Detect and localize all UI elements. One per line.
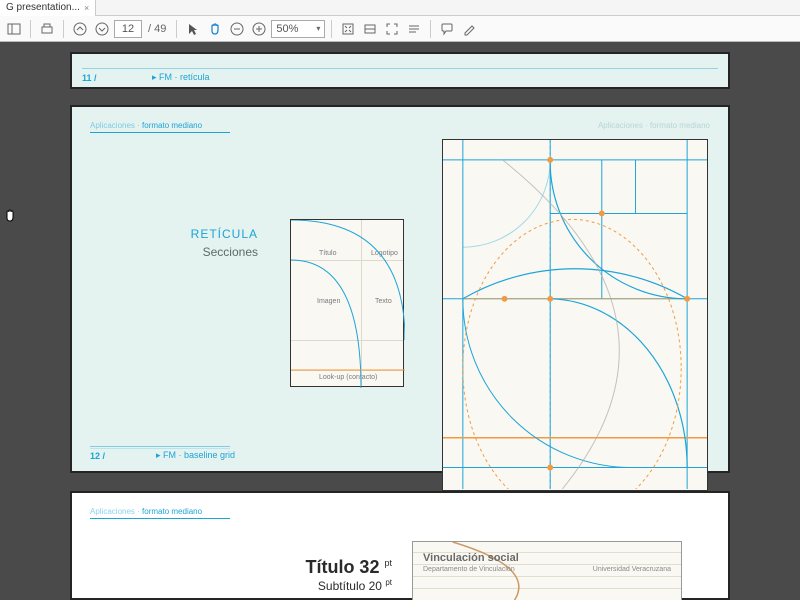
page-11-sliver: 11 / ▸ FM · retícula xyxy=(70,52,730,89)
sign-icon[interactable] xyxy=(459,19,479,39)
page-number-label: 11 / xyxy=(82,73,97,83)
title-spec-sub: Subtítulo 20 pt xyxy=(252,578,392,593)
page-number-label: 12 / xyxy=(90,451,105,461)
page-12: Aplicaciones · formato mediano Aplicacio… xyxy=(70,105,730,473)
page-scroller: 11 / ▸ FM · retícula Aplicaciones · form… xyxy=(0,42,800,600)
sample-headline: Vinculación social xyxy=(423,552,519,564)
breadcrumb-ghost: Aplicaciones · formato mediano xyxy=(598,121,710,130)
comment-icon[interactable] xyxy=(437,19,457,39)
reflow-icon[interactable] xyxy=(404,19,424,39)
fit-width-icon[interactable] xyxy=(360,19,380,39)
separator xyxy=(430,20,431,38)
page-13-partial: Aplicaciones · formato mediano Título 32… xyxy=(70,491,730,600)
page-down-icon[interactable] xyxy=(92,19,112,39)
page-up-icon[interactable] xyxy=(70,19,90,39)
divider xyxy=(90,448,230,449)
document-viewport[interactable]: 11 / ▸ FM · retícula Aplicaciones · form… xyxy=(0,42,800,600)
section-heading: RETÍCULA Secciones xyxy=(168,227,258,259)
zoom-select[interactable]: 50% ▾ xyxy=(271,20,325,38)
full-screen-icon[interactable] xyxy=(382,19,402,39)
separator xyxy=(331,20,332,38)
breadcrumb: Aplicaciones · formato mediano xyxy=(90,507,230,519)
document-tab[interactable]: G presentation... × xyxy=(0,0,96,16)
divider xyxy=(82,68,718,69)
breadcrumb-current: formato mediano xyxy=(142,121,202,130)
tab-title: G presentation... xyxy=(6,0,80,16)
typography-spec: Título 32 pt Subtítulo 20 pt xyxy=(252,557,392,593)
page-number-input[interactable]: 12 xyxy=(114,20,142,38)
pointer-tool-icon[interactable] xyxy=(183,19,203,39)
print-icon[interactable] xyxy=(37,19,57,39)
zoom-out-icon[interactable] xyxy=(227,19,247,39)
title-spec-main: Título 32 pt xyxy=(252,557,392,578)
toolbar: 12 / 49 50% ▾ xyxy=(0,16,800,42)
breadcrumb-group: Aplicaciones · xyxy=(90,507,142,516)
separator xyxy=(30,20,31,38)
sample-subhead: Departamento de Vinculación xyxy=(423,566,515,573)
thumbnail-curves xyxy=(291,220,405,388)
breadcrumb: Aplicaciones · formato mediano xyxy=(90,121,230,133)
zoom-value: 50% xyxy=(276,21,298,37)
heading-reticula: RETÍCULA xyxy=(168,227,258,241)
divider xyxy=(90,446,230,447)
breadcrumb-current: formato mediano xyxy=(142,507,202,516)
chevron-down-icon: ▾ xyxy=(316,21,320,37)
zoom-in-icon[interactable] xyxy=(249,19,269,39)
title-spec-main-text: Título 32 xyxy=(305,557,379,577)
tab-bar: G presentation... × xyxy=(0,0,800,16)
layout-thumbnail: Título Logotipo Imagen Texto Look-up (co… xyxy=(290,219,404,387)
golden-spiral-svg xyxy=(443,140,707,489)
sample-card: Vinculación social Departamento de Vincu… xyxy=(412,541,682,600)
page-total-label: / 49 xyxy=(144,23,170,35)
golden-ratio-figure xyxy=(442,139,708,491)
sidebar-toggle-icon[interactable] xyxy=(4,19,24,39)
breadcrumb-group: Aplicaciones · xyxy=(90,121,142,130)
section-link[interactable]: ▸ FM · retícula xyxy=(152,72,210,83)
hand-tool-icon[interactable] xyxy=(205,19,225,39)
heading-secciones: Secciones xyxy=(168,245,258,259)
separator xyxy=(176,20,177,38)
separator xyxy=(63,20,64,38)
section-link[interactable]: ▸ FM · baseline grid xyxy=(156,450,235,461)
close-icon[interactable]: × xyxy=(84,0,89,16)
fit-page-icon[interactable] xyxy=(338,19,358,39)
sample-org: Universidad Veracruzana xyxy=(593,566,671,573)
title-spec-sub-text: Subtítulo 20 xyxy=(318,579,382,593)
unit-label: pt xyxy=(384,558,392,568)
unit-label: pt xyxy=(385,578,392,587)
